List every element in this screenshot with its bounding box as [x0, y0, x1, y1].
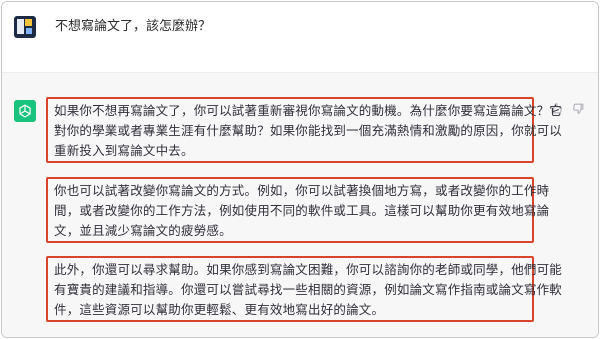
assistant-paragraph-1: 如果你不想再寫論文了，你可以試著重新審視你寫論文的動機。為什麼你要寫這篇論文？它…: [46, 97, 563, 163]
paragraph-line: 對你的學業或者專業生涯有什麼幫助？如果你能找到一個充滿熱情和激勵的原因，你就可以: [54, 123, 563, 138]
paragraph-line: 你也可以試著改變你寫論文的方式。例如，你可以試著換個地方寫，或者改變你的工作時: [54, 183, 550, 198]
assistant-message-row: 如果你不想再寫論文了，你可以試著重新審視你寫論文的動機。為什麼你要寫這篇論文？它…: [2, 72, 598, 337]
paragraph-text: 此外，你還可以尋求幫助。如果你感到寫論文困難，你可以諮詢你的老師或同學，他們可能…: [54, 260, 563, 320]
chatgpt-logo-icon: [14, 100, 36, 122]
paragraph-text: 如果你不想再寫論文了，你可以試著重新審視你寫論文的動機。為什麼你要寫這篇論文？它…: [54, 101, 563, 161]
assistant-paragraph-2: 你也可以試著改變你寫論文的方式。例如，你可以試著換個地方寫，或者改變你的工作時 …: [46, 177, 550, 243]
paragraph-line: 文，並且減少寫論文的疲勞感。: [54, 223, 232, 238]
paragraph-line: 間，或者改變你的工作方法，例如使用不同的軟件或工具。這樣可以幫助你更有效地寫論: [54, 203, 550, 218]
paragraph-line: 此外，你還可以尋求幫助。如果你感到寫論文困難，你可以諮詢你的老師或同學，他們可能: [54, 262, 563, 277]
paragraph-line: 重新投入到寫論文中去。: [54, 143, 194, 158]
user-message-text: 不想寫論文了，該怎麼辦？: [55, 19, 212, 34]
chat-window: 不想寫論文了，該怎麼辦？ 如果你不想再寫論文了，你可以試著重新審視你寫論文的動機…: [1, 1, 599, 338]
assistant-paragraph-3: 此外，你還可以尋求幫助。如果你感到寫論文困難，你可以諮詢你的老師或同學，他們可能…: [46, 256, 563, 322]
paragraph-line: 件，這些資源可以幫助你更輕鬆、更有效地寫出好的論文。: [54, 302, 385, 317]
user-message-row: 不想寫論文了，該怎麼辦？: [2, 2, 598, 72]
paragraph-text: 你也可以試著改變你寫論文的方式。例如，你可以試著換個地方寫，或者改變你的工作時 …: [54, 181, 550, 241]
paragraph-line: 有寶貴的建議和指導。你還可以嘗試尋找一些相關的資源，例如論文寫作指南或論文寫作軟: [54, 282, 563, 297]
paragraph-line: 如果你不想再寫論文了，你可以試著重新審視你寫論文的動機。為什麼你要寫這篇論文？它: [54, 103, 563, 118]
user-avatar-icon: [14, 16, 36, 38]
thumbs-down-icon[interactable]: [572, 102, 585, 118]
